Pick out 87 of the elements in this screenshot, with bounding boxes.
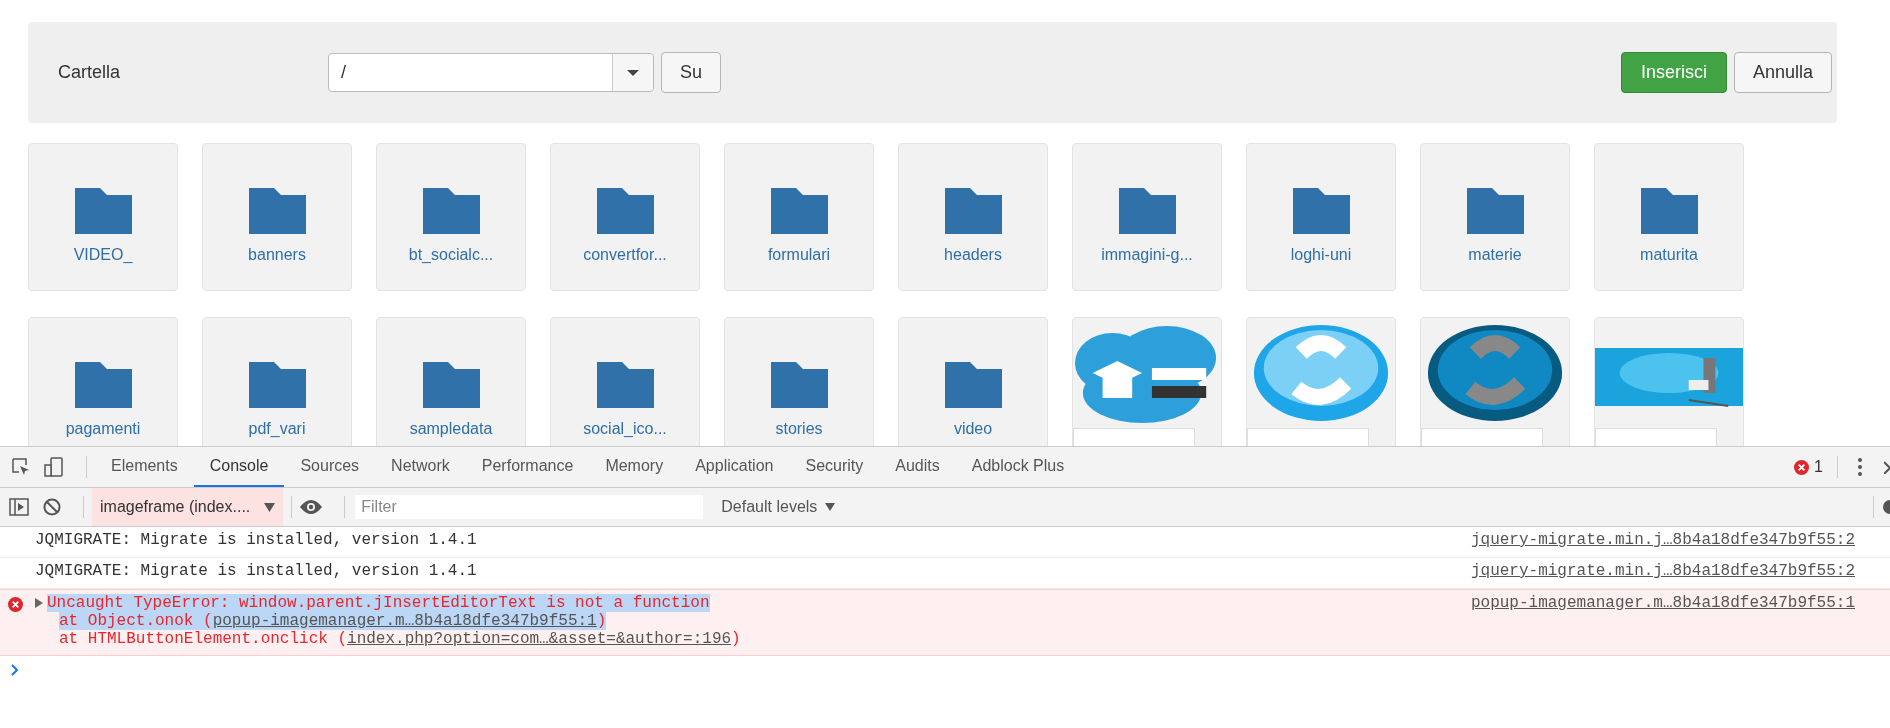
folder-icon (248, 362, 306, 408)
devtools-tab[interactable]: Audits (879, 447, 956, 487)
filter-field[interactable]: Filter (355, 495, 704, 519)
folder-tile[interactable]: headers (898, 143, 1048, 291)
devtools-tab[interactable]: Performance (465, 447, 590, 487)
folder-tile[interactable]: social_ico... (550, 317, 700, 446)
folder-name: immagini-g... (1101, 246, 1193, 264)
folder-tile[interactable]: banners (202, 143, 352, 291)
devtools-tab[interactable]: Network (375, 447, 466, 487)
up-button[interactable]: Su (661, 52, 722, 93)
folder-name: formulari (767, 246, 831, 264)
folder-icon (1466, 188, 1524, 234)
folder-icon (1292, 188, 1350, 234)
error-icon (8, 597, 23, 612)
folder-name: loghi-uni (1290, 246, 1352, 264)
folder-icon (944, 188, 1002, 234)
error-icon (1794, 459, 1810, 475)
path-dropdown[interactable]: / (328, 53, 654, 92)
folder-name: materie (1468, 246, 1522, 264)
folder-name: convertfor... (583, 246, 667, 264)
folder-tile[interactable]: sampledata (376, 317, 526, 446)
folder-name: maturita (1640, 246, 1698, 264)
folder-tile[interactable]: video (898, 317, 1048, 446)
error-message: Uncaught TypeError: window.parent.jInsertEditorText is not a function (47, 594, 710, 612)
folder-icon (944, 362, 1002, 408)
folder-name: pagamenti (65, 420, 141, 438)
folder-icon (74, 362, 132, 408)
source-link[interactable]: jquery-migrate.min.j…8b4a18dfe347b9f55:2 (1470, 562, 1855, 580)
devtools-tab[interactable]: Memory (589, 447, 680, 487)
caret-icon (627, 69, 639, 76)
folder-icon (770, 188, 828, 234)
folder-icon (770, 362, 828, 408)
devtools-tab[interactable]: Application (679, 447, 790, 487)
source-link[interactable]: popup-imagemanager.m…8b4a18dfe347b9f55:1 (1470, 594, 1855, 612)
devtools-tab[interactable]: Adblock Plus (955, 447, 1081, 487)
folder-icon (1640, 188, 1698, 234)
folder-icon (248, 188, 306, 234)
devtools-tab[interactable]: Elements (95, 447, 194, 487)
folder-name: headers (944, 246, 1002, 264)
folder-tile[interactable]: formulari (724, 143, 874, 291)
clear-icon[interactable] (43, 498, 61, 516)
folder-tile[interactable]: VIDEO_ (28, 143, 178, 291)
devtools-tab[interactable]: Sources (284, 447, 376, 487)
folder-tile[interactable]: loghi-uni (1246, 143, 1396, 291)
devtools-tab[interactable]: Security (789, 447, 880, 487)
prompt-icon[interactable] (11, 664, 19, 676)
context-select[interactable]: imageframe (index.... (92, 488, 284, 526)
inspect-icon[interactable] (12, 458, 30, 476)
folder-tile[interactable]: convertfor... (550, 143, 700, 291)
folder-tile[interactable]: pdf_vari (202, 317, 352, 446)
folder-tile[interactable]: pagamenti (28, 317, 178, 446)
folder-name: VIDEO_ (73, 246, 133, 264)
folder-tile[interactable]: materie (1420, 143, 1570, 291)
folder-name: sampledata (409, 420, 493, 438)
folder-icon (422, 362, 480, 408)
folder-name: social_ico... (583, 420, 667, 438)
folder-name: video (953, 420, 993, 438)
caret-icon (825, 503, 836, 511)
folder-icon (596, 188, 654, 234)
folder-icon (74, 188, 132, 234)
folder-tile[interactable]: maturita (1594, 143, 1744, 291)
dropdown-icon (264, 502, 276, 512)
cancel-button[interactable]: Annulla (1733, 52, 1832, 93)
folder-icon (422, 188, 480, 234)
folder-name: banners (248, 246, 306, 264)
error-count: 1 (1814, 458, 1823, 476)
folder-name: bt_socialc... (408, 246, 494, 264)
expand-icon[interactable] (35, 598, 43, 608)
folder-icon (596, 362, 654, 408)
folder-tile[interactable]: bt_socialc... (376, 143, 526, 291)
folder-tile[interactable]: stories (724, 317, 874, 446)
source-link[interactable]: jquery-migrate.min.j…8b4a18dfe347b9f55:2 (1470, 531, 1855, 549)
device-icon[interactable] (44, 457, 64, 477)
log-message: JQMIGRATE: Migrate is installed, version 1.4.1 (35, 531, 478, 549)
more-icon[interactable] (1858, 458, 1862, 476)
folder-tile[interactable]: immagini-g... (1072, 143, 1222, 291)
levels-dropdown[interactable]: Default levels (715, 497, 842, 517)
stack-trace-line: at HTMLButtonElement.onclick (index.php?option=com…&asset=&author=:196) (59, 630, 741, 648)
stack-link[interactable]: popup-imagemanager.m…8b4a18dfe347b9f55:1 (212, 612, 597, 630)
eye-icon[interactable] (300, 500, 323, 514)
log-message: JQMIGRATE: Migrate is installed, version 1.4.1 (35, 562, 478, 580)
folder-name: pdf_vari (248, 420, 306, 438)
stack-link[interactable]: index.php?option=com…&asset=&author=:196 (347, 630, 732, 648)
folder-icon (1118, 188, 1176, 234)
sidebar-toggle-icon[interactable] (9, 498, 29, 516)
folder-label: Cartella (58, 62, 122, 83)
folder-name: stories (775, 420, 823, 438)
